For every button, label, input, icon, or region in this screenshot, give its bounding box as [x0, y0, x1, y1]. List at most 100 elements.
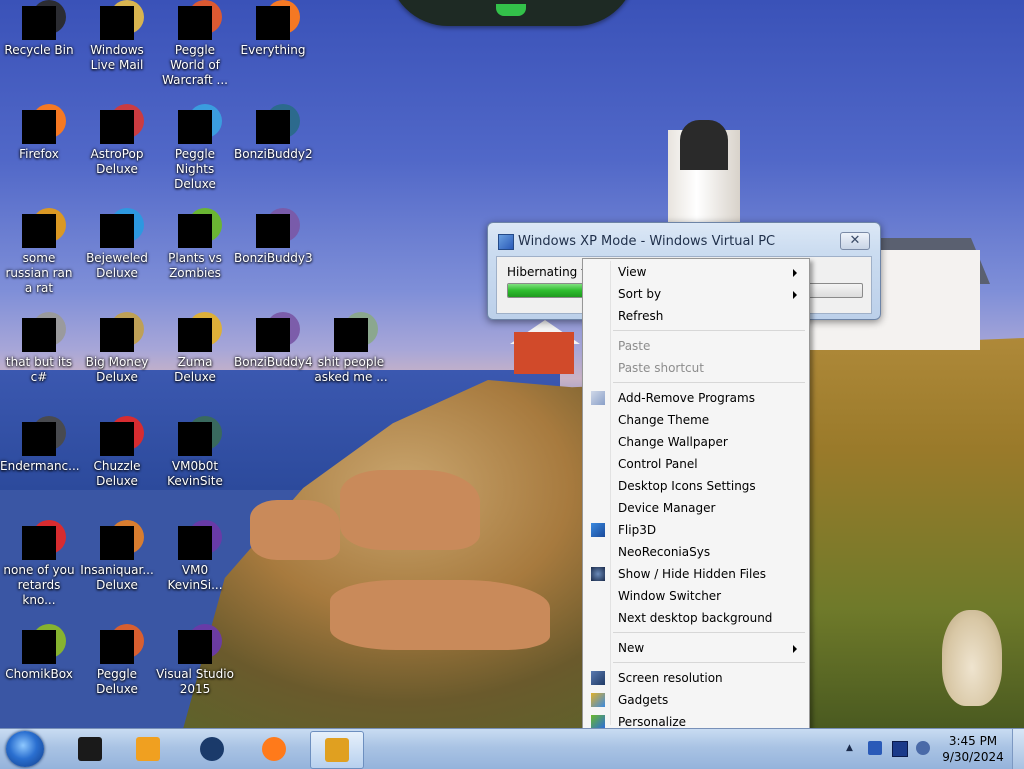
volume-icon[interactable]	[916, 741, 930, 755]
desktop-icon[interactable]: Zuma Deluxe	[156, 312, 234, 385]
close-button[interactable]: ✕	[840, 232, 870, 250]
menu-item[interactable]: Change Wallpaper	[585, 431, 807, 453]
globe-icon	[200, 737, 224, 761]
network-icon[interactable]	[868, 741, 882, 755]
system-tray: ▲	[842, 739, 942, 759]
taskbar-button[interactable]	[248, 731, 300, 767]
desktop-icon[interactable]: Windows Live Mail	[78, 0, 156, 73]
menu-item[interactable]: Flip3D	[585, 519, 807, 541]
menu-item[interactable]: Window Switcher	[585, 585, 807, 607]
money-icon	[100, 312, 144, 352]
menu-item[interactable]: View	[585, 261, 807, 283]
menu-item[interactable]: Device Manager	[585, 497, 807, 519]
clock[interactable]: 3:45 PM 9/30/2024	[938, 733, 1008, 765]
menu-item-label: View	[618, 265, 647, 279]
desktop-icon-label: none of you retards kno...	[3, 563, 75, 607]
menu-item[interactable]: Control Panel	[585, 453, 807, 475]
folder-icon	[334, 312, 378, 352]
action-center-icon[interactable]	[892, 741, 908, 757]
desktop-icon[interactable]: Firefox	[0, 104, 78, 162]
desktop-icon-label: BonziBuddy2	[234, 147, 313, 161]
menu-item-label: Device Manager	[618, 501, 716, 515]
desktop-icon[interactable]: Endermanc...	[0, 416, 80, 474]
taskbar-button[interactable]	[186, 731, 238, 767]
desktop-icon[interactable]: none of you retards kno...	[0, 520, 78, 608]
show-desktop-button[interactable]	[1012, 729, 1024, 769]
bonzibuddy-icon	[256, 208, 300, 248]
menu-item-label: Show / Hide Hidden Files	[618, 567, 766, 581]
peggle-icon	[100, 624, 144, 664]
peggle-icon	[178, 104, 222, 144]
desktop-icon-label: VM0 KevinSi...	[167, 563, 223, 592]
menu-item[interactable]: Change Theme	[585, 409, 807, 431]
menu-item[interactable]: NeoReconiaSys	[585, 541, 807, 563]
firefox-icon	[262, 737, 286, 761]
menu-item[interactable]: Add-Remove Programs	[585, 387, 807, 409]
insaniquarium-icon	[100, 520, 144, 560]
desktop-icon[interactable]: BonziBuddy4	[234, 312, 313, 370]
menu-item[interactable]: Next desktop background	[585, 607, 807, 629]
menu-item-label: Refresh	[618, 309, 664, 323]
menu-item[interactable]: Desktop Icons Settings	[585, 475, 807, 497]
desktop-icon[interactable]: Visual Studio 2015	[156, 624, 234, 697]
menu-item[interactable]: Show / Hide Hidden Files	[585, 563, 807, 585]
desktop-icon-label: Visual Studio 2015	[156, 667, 234, 696]
desktop-icon-label: BonziBuddy4	[234, 355, 313, 369]
hamster-gadget[interactable]	[942, 610, 1002, 706]
desktop-icon-label: ChomikBox	[5, 667, 73, 681]
desktop-icon-label: Endermanc...	[0, 459, 80, 473]
visual-studio-icon	[178, 624, 222, 664]
desktop-icon[interactable]: BonziBuddy3	[234, 208, 313, 266]
desktop-icon[interactable]: shit people asked me ...	[312, 312, 390, 385]
menu-item-label: Paste	[618, 339, 651, 353]
desktop-icon[interactable]: ChomikBox	[0, 624, 78, 682]
context-menu: View Sort by Refresh Paste Paste shortcut Add…	[582, 258, 810, 730]
desktop-icon[interactable]: Peggle World of Warcraft ...	[156, 0, 234, 88]
desktop-icon[interactable]: Bejeweled Deluxe	[78, 208, 156, 281]
taskbar-button[interactable]	[310, 731, 364, 769]
desktop-icon[interactable]: AstroPop Deluxe	[78, 104, 156, 177]
desktop-icon[interactable]: BonziBuddy2	[234, 104, 313, 162]
menu-item[interactable]: Sort by	[585, 283, 807, 305]
desktop-icon-label: Peggle Nights Deluxe	[174, 147, 216, 191]
desktop-icon[interactable]: VM0b0t KevinSite	[156, 416, 234, 489]
menu-item[interactable]: New	[585, 637, 807, 659]
menu-item-label: Change Theme	[618, 413, 710, 427]
menu-item-label: Flip3D	[618, 523, 657, 537]
desktop-icon[interactable]: VM0 KevinSi...	[156, 520, 234, 593]
desktop-icon[interactable]: some russian ran a rat	[0, 208, 78, 296]
desktop-icon-label: that but its c#	[5, 355, 73, 384]
desktop-icon[interactable]: Plants vs Zombies	[156, 208, 234, 281]
wallpaper-shed	[514, 332, 574, 374]
submenu-arrow-icon	[793, 291, 797, 299]
desktop-icon-label: Windows Live Mail	[90, 43, 144, 72]
virtual-pc-icon	[325, 738, 349, 762]
desktop-icon-label: Big Money Deluxe	[85, 355, 149, 384]
desktop-icon[interactable]: Peggle Deluxe	[78, 624, 156, 697]
start-button[interactable]	[6, 731, 44, 767]
gadget-indicator-icon	[496, 4, 526, 16]
programs-icon	[591, 391, 605, 405]
chomikbox-icon	[22, 624, 66, 664]
desktop-icon-label: Peggle World of Warcraft ...	[162, 43, 228, 87]
progress-fill	[508, 284, 583, 297]
taskbar-button[interactable]	[122, 731, 174, 767]
desktop-icon[interactable]: that but its c#	[0, 312, 78, 385]
menu-item[interactable]: Refresh	[585, 305, 807, 327]
mail-icon	[100, 0, 144, 40]
desktop-icon[interactable]: Chuzzle Deluxe	[78, 416, 156, 489]
desktop[interactable]: Recycle Bin Windows Live Mail Peggle World…	[0, 0, 1024, 728]
desktop-icon[interactable]: Big Money Deluxe	[78, 312, 156, 385]
menu-item-label: Screen resolution	[618, 671, 723, 685]
taskbar-button[interactable]	[64, 731, 116, 767]
menu-item[interactable]: Screen resolution	[585, 667, 807, 689]
taskbar: ▲ 3:45 PM 9/30/2024	[0, 728, 1024, 769]
desktop-icon[interactable]: Peggle Nights Deluxe	[156, 104, 234, 192]
desktop-icon[interactable]: Recycle Bin	[0, 0, 78, 58]
desktop-icon[interactable]: Insaniquar... Deluxe	[78, 520, 156, 593]
show-hidden-icons-button[interactable]: ▲	[846, 741, 860, 755]
menu-item-label: New	[618, 641, 645, 655]
menu-item[interactable]: Gadgets	[585, 689, 807, 711]
menu-item-label: Sort by	[618, 287, 662, 301]
desktop-icon[interactable]: Everything	[234, 0, 312, 58]
